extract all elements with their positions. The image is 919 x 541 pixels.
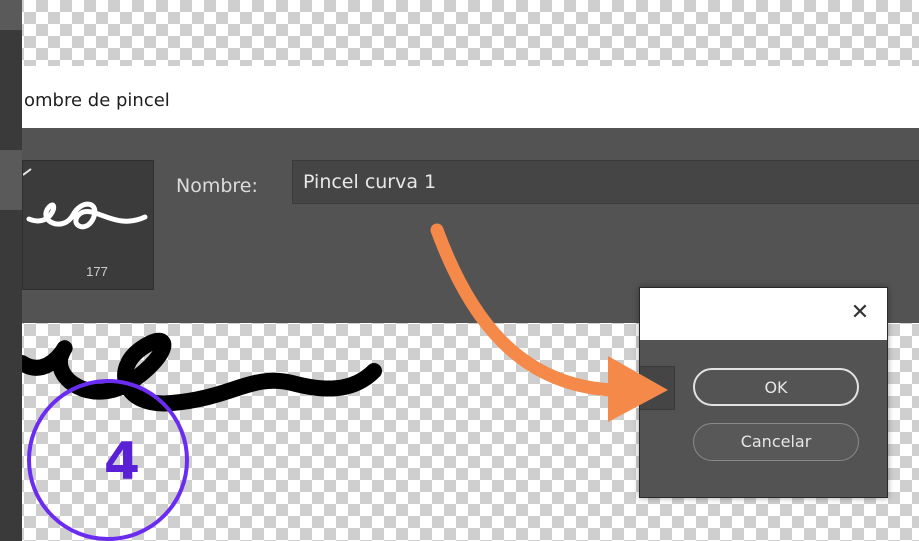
brush-size-label: 177	[86, 264, 108, 279]
dialog-title: ombre de pincel	[24, 90, 170, 111]
partial-field	[640, 366, 675, 410]
ok-button[interactable]: OK	[693, 368, 859, 406]
background-panel-strip	[0, 0, 22, 541]
step-number: 4	[103, 432, 141, 492]
confirm-dialog-header: ✕	[640, 288, 887, 340]
brush-stroke-canvas	[22, 332, 382, 412]
brush-stroke-preview	[23, 168, 148, 230]
brush-preview-thumbnail: 177	[22, 160, 154, 290]
cancel-button[interactable]: Cancelar	[693, 423, 859, 461]
brush-name-input[interactable]	[292, 160, 919, 204]
confirm-dialog: ✕ OK Cancelar	[639, 287, 888, 498]
dialog-title-bar: ombre de pincel	[22, 66, 919, 129]
close-icon[interactable]: ✕	[847, 300, 873, 326]
name-label: Nombre:	[176, 175, 258, 197]
